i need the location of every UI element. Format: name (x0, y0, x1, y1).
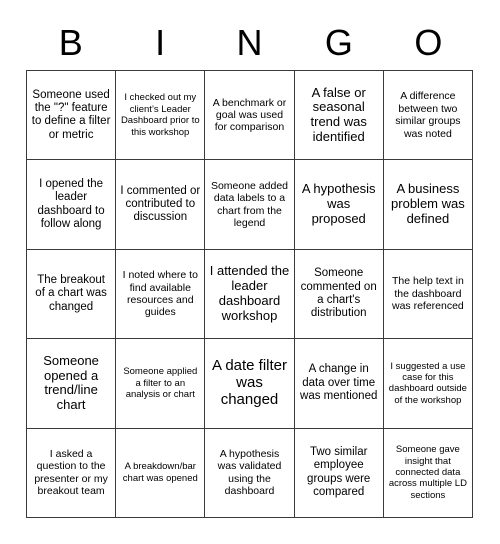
bingo-cell-text: I suggested a use case for this dashboar… (388, 360, 467, 406)
bingo-cell-text: I asked a question to the presenter or m… (34, 448, 108, 498)
bingo-cell-r1c3[interactable]: A benchmark or goal was used for compari… (205, 71, 295, 161)
bingo-cell-r4c3[interactable]: A date filter was changed (205, 339, 295, 429)
bingo-cell-text: I attended the leader dashboard workshop (209, 263, 290, 323)
bingo-cell-text: A hypothesis was validated using the das… (217, 448, 282, 498)
bingo-cell-r5c3[interactable]: A hypothesis was validated using the das… (205, 428, 295, 518)
bingo-header-letter-n: N (236, 22, 263, 63)
bingo-cell-r2c1[interactable]: I opened the leader dashboard to follow … (27, 160, 117, 250)
bingo-cell-text: Two similar employee groups were compare… (307, 446, 371, 499)
bingo-cell-text: A hypothesis was proposed (301, 181, 376, 226)
bingo-cell-text: Someone applied a filter to an analysis … (123, 366, 198, 401)
bingo-header-row: B I N G O (26, 18, 473, 68)
bingo-cell-r1c4[interactable]: A false or seasonal trend was identified (294, 71, 384, 161)
bingo-cell-r5c5[interactable]: Someone gave insight that connected data… (383, 428, 473, 518)
bingo-cell-r1c5[interactable]: A difference between two similar groups … (383, 71, 473, 161)
bingo-cell-r3c5[interactable]: The help text in the dashboard was refer… (383, 249, 473, 340)
bingo-cell-r4c2[interactable]: Someone applied a filter to an analysis … (116, 339, 206, 429)
bingo-cell-text: Someone gave insight that connected data… (388, 444, 467, 501)
bingo-header-letter-o: O (414, 22, 443, 63)
bingo-header-letter-g: G (324, 22, 353, 63)
bingo-cell-r1c2[interactable]: I checked out my client’s Leader Dashboa… (116, 71, 206, 161)
bingo-cell-text: I checked out my client’s Leader Dashboa… (120, 92, 200, 138)
bingo-cell-text: I commented or contributed to discussion (120, 184, 201, 224)
bingo-cell-text: I noted where to find available resource… (122, 269, 198, 319)
bingo-header-letter-i: I (155, 22, 166, 63)
bingo-cell-r3c1[interactable]: The breakout of a chart was changed (27, 249, 117, 340)
bingo-cell-text: A benchmark or goal was used for compari… (212, 96, 287, 134)
bingo-header-letter-b: B (58, 22, 83, 63)
bingo-cell-r3c4[interactable]: Someone commented on a chart's distribut… (294, 249, 384, 340)
bingo-cell-r1c1[interactable]: Someone used the "?" feature to define a… (27, 71, 117, 161)
bingo-cell-text: A false or seasonal trend was identified (310, 84, 367, 144)
bingo-cell-text: I opened the leader dashboard to follow … (37, 177, 105, 230)
bingo-cell-r2c4[interactable]: A hypothesis was proposed (294, 160, 384, 250)
bingo-cell-r3c3[interactable]: I attended the leader dashboard workshop (205, 249, 295, 340)
bingo-cell-r5c1[interactable]: I asked a question to the presenter or m… (27, 428, 117, 518)
bingo-cell-text: A breakdown/bar chart was opened (122, 461, 198, 484)
bingo-grid: Someone used the "?" feature to define a… (26, 70, 473, 518)
bingo-cell-r4c5[interactable]: I suggested a use case for this dashboar… (383, 339, 473, 429)
bingo-card: B I N G O Someone used the "?" feature t… (0, 0, 500, 544)
bingo-cell-text: A business problem was defined (391, 181, 465, 226)
bingo-cell-r2c2[interactable]: I commented or contributed to discussion (116, 160, 206, 250)
bingo-cell-text: The breakout of a chart was changed (35, 274, 107, 313)
bingo-cell-r5c2[interactable]: A breakdown/bar chart was opened (116, 428, 206, 518)
bingo-cell-text: A difference between two similar groups … (395, 90, 461, 140)
bingo-cell-text: Someone used the "?" feature to define a… (31, 88, 111, 141)
bingo-cell-r3c2[interactable]: I noted where to find available resource… (116, 249, 206, 340)
bingo-cell-r2c3[interactable]: Someone added data labels to a chart fro… (205, 160, 295, 250)
bingo-cell-text: Someone added data labels to a chart fro… (210, 179, 289, 229)
bingo-cell-text: A change in data over time was mentioned (300, 363, 378, 403)
bingo-cell-text: A date filter was changed (211, 357, 288, 408)
bingo-cell-r4c4[interactable]: A change in data over time was mentioned (294, 339, 384, 429)
bingo-cell-r4c1[interactable]: Someone opened a trend/line chart (27, 339, 117, 429)
bingo-cell-text: Someone opened a trend/line chart (43, 352, 99, 413)
bingo-cell-r2c5[interactable]: A business problem was defined (383, 160, 473, 250)
bingo-cell-text: Someone commented on a chart's distribut… (300, 267, 377, 320)
bingo-cell-r5c4[interactable]: Two similar employee groups were compare… (294, 428, 384, 518)
bingo-cell-text: The help text in the dashboard was refer… (391, 275, 464, 313)
